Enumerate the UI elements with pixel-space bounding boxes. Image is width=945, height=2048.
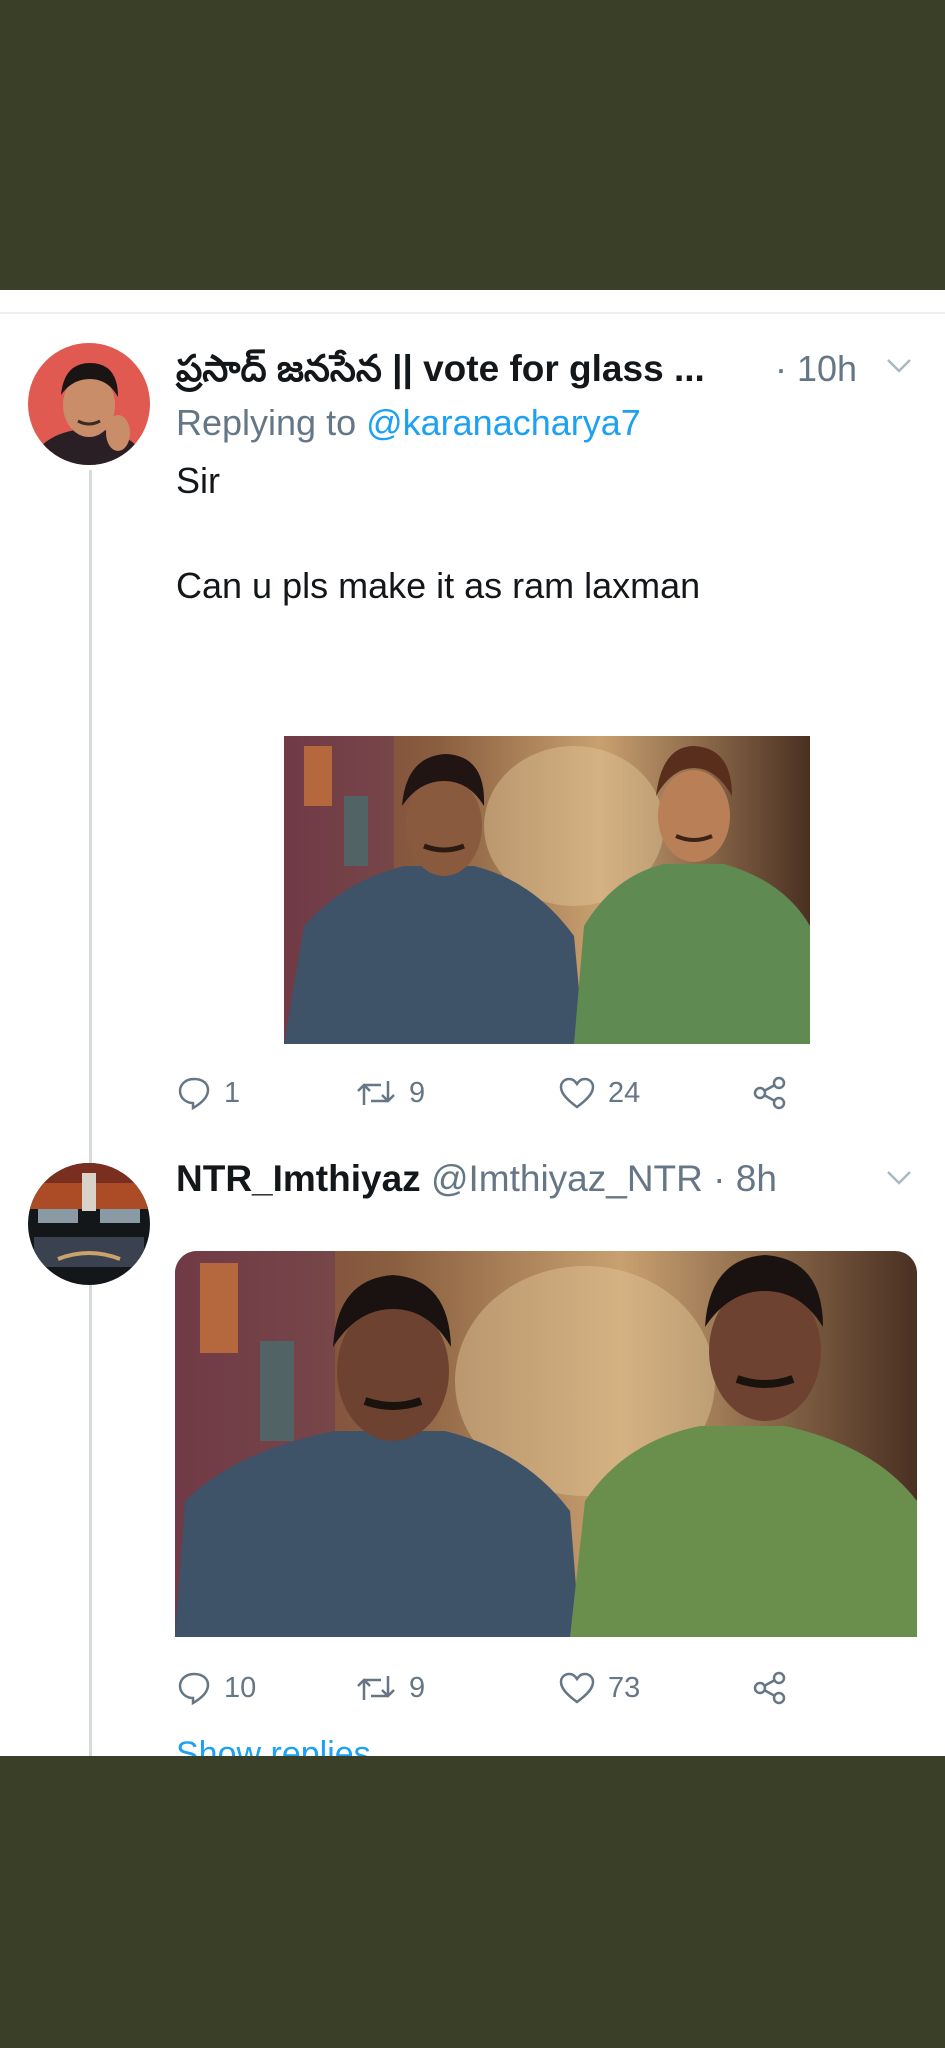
display-name[interactable]: NTR_Imthiyaz: [176, 1158, 421, 1199]
replying-handle-link[interactable]: @karanacharya7: [366, 402, 641, 443]
retweet-button[interactable]: 9: [355, 1663, 425, 1713]
replying-prefix: Replying to: [176, 402, 367, 443]
reply-button[interactable]: 1: [176, 1068, 240, 1118]
retweet-count: 9: [409, 1671, 426, 1704]
reply-icon: [178, 1077, 210, 1111]
thread-connector-line: [89, 470, 92, 1756]
tweet-text-line: Sir: [176, 460, 220, 501]
like-count: 24: [608, 1076, 641, 1109]
tweet-actions: 1 9 24: [176, 1068, 816, 1118]
share-button[interactable]: [752, 1068, 788, 1118]
tweet-time[interactable]: · 8h: [713, 1158, 777, 1199]
background-band-bottom: [0, 1756, 945, 2048]
reply-count: 10: [224, 1671, 257, 1704]
display-name[interactable]: ప్రసాద్ జనసేన || vote for glass ...: [176, 348, 705, 399]
reply-icon: [178, 1672, 210, 1706]
tweet-thread-card: ప్రసాద్ జనసేన || vote for glass ... · 10…: [0, 290, 945, 1756]
user-handle[interactable]: @Imthiyaz_NTR: [431, 1158, 703, 1199]
show-replies-link[interactable]: Show replies: [176, 1735, 371, 1756]
tweet-header: NTR_Imthiyaz @Imthiyaz_NTR · 8h: [176, 1158, 777, 1200]
like-icon: [559, 1077, 595, 1109]
background-band-top: [0, 0, 945, 290]
avatar[interactable]: [28, 1163, 150, 1285]
avatar[interactable]: [28, 343, 150, 465]
chevron-down-icon[interactable]: [884, 1168, 914, 1188]
retweet-icon: [357, 1676, 395, 1700]
tweet-actions: 10 9 73: [176, 1663, 816, 1713]
tweet-text-line: Can u pls make it as ram laxman: [176, 565, 701, 606]
tweet-photo[interactable]: [284, 736, 810, 1044]
retweet-count: 9: [409, 1076, 426, 1109]
reply-count: 1: [224, 1076, 241, 1109]
retweet-button[interactable]: 9: [355, 1068, 425, 1118]
share-icon: [753, 1076, 786, 1110]
chevron-down-icon[interactable]: [884, 356, 914, 376]
divider: [0, 312, 945, 314]
tweet-time[interactable]: · 10h: [775, 348, 857, 390]
share-button[interactable]: [752, 1663, 788, 1713]
like-button[interactable]: 73: [558, 1663, 640, 1713]
replying-to: Replying to @karanacharya7: [176, 402, 641, 444]
retweet-icon: [357, 1081, 395, 1105]
share-icon: [753, 1671, 786, 1705]
like-button[interactable]: 24: [558, 1068, 640, 1118]
like-icon: [559, 1672, 595, 1704]
reply-button[interactable]: 10: [176, 1663, 256, 1713]
like-count: 73: [608, 1671, 641, 1704]
